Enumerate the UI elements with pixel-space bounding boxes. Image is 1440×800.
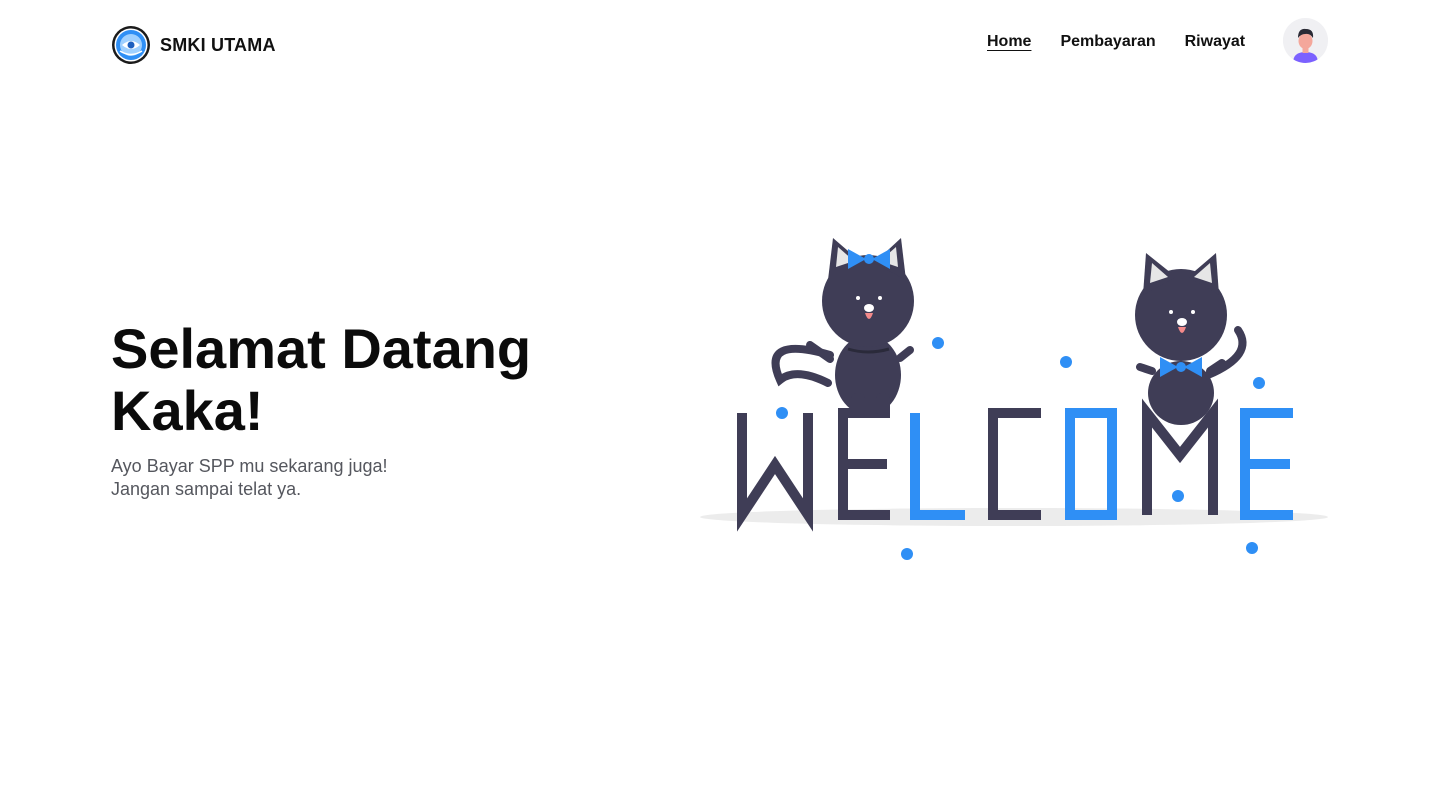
nav-home-link[interactable]: Home	[987, 33, 1031, 51]
hero-subtitle-line-1: Ayo Bayar SPP mu sekarang juga!	[111, 456, 388, 476]
user-avatar-icon	[1283, 18, 1328, 63]
brand[interactable]: SMKI UTAMA	[111, 25, 276, 65]
welcome-cats-illustration	[700, 238, 1328, 560]
school-emblem-icon	[112, 26, 150, 64]
hero-subtitle: Ayo Bayar SPP mu sekarang juga! Jangan s…	[111, 455, 531, 501]
brand-name: SMKI UTAMA	[160, 34, 276, 55]
user-avatar-button[interactable]	[1283, 18, 1328, 63]
main-menu: Home Pembayaran Riwayat	[987, 33, 1245, 51]
nav-pembayaran-link[interactable]: Pembayaran	[1060, 33, 1155, 51]
nav-riwayat-link[interactable]: Riwayat	[1185, 33, 1245, 51]
navbar: SMKI UTAMA Home Pembayaran Riwayat	[0, 0, 1440, 90]
hero-subtitle-line-2: Jangan sampai telat ya.	[111, 479, 302, 499]
hero-title: Selamat Datang Kaka!	[111, 317, 532, 442]
